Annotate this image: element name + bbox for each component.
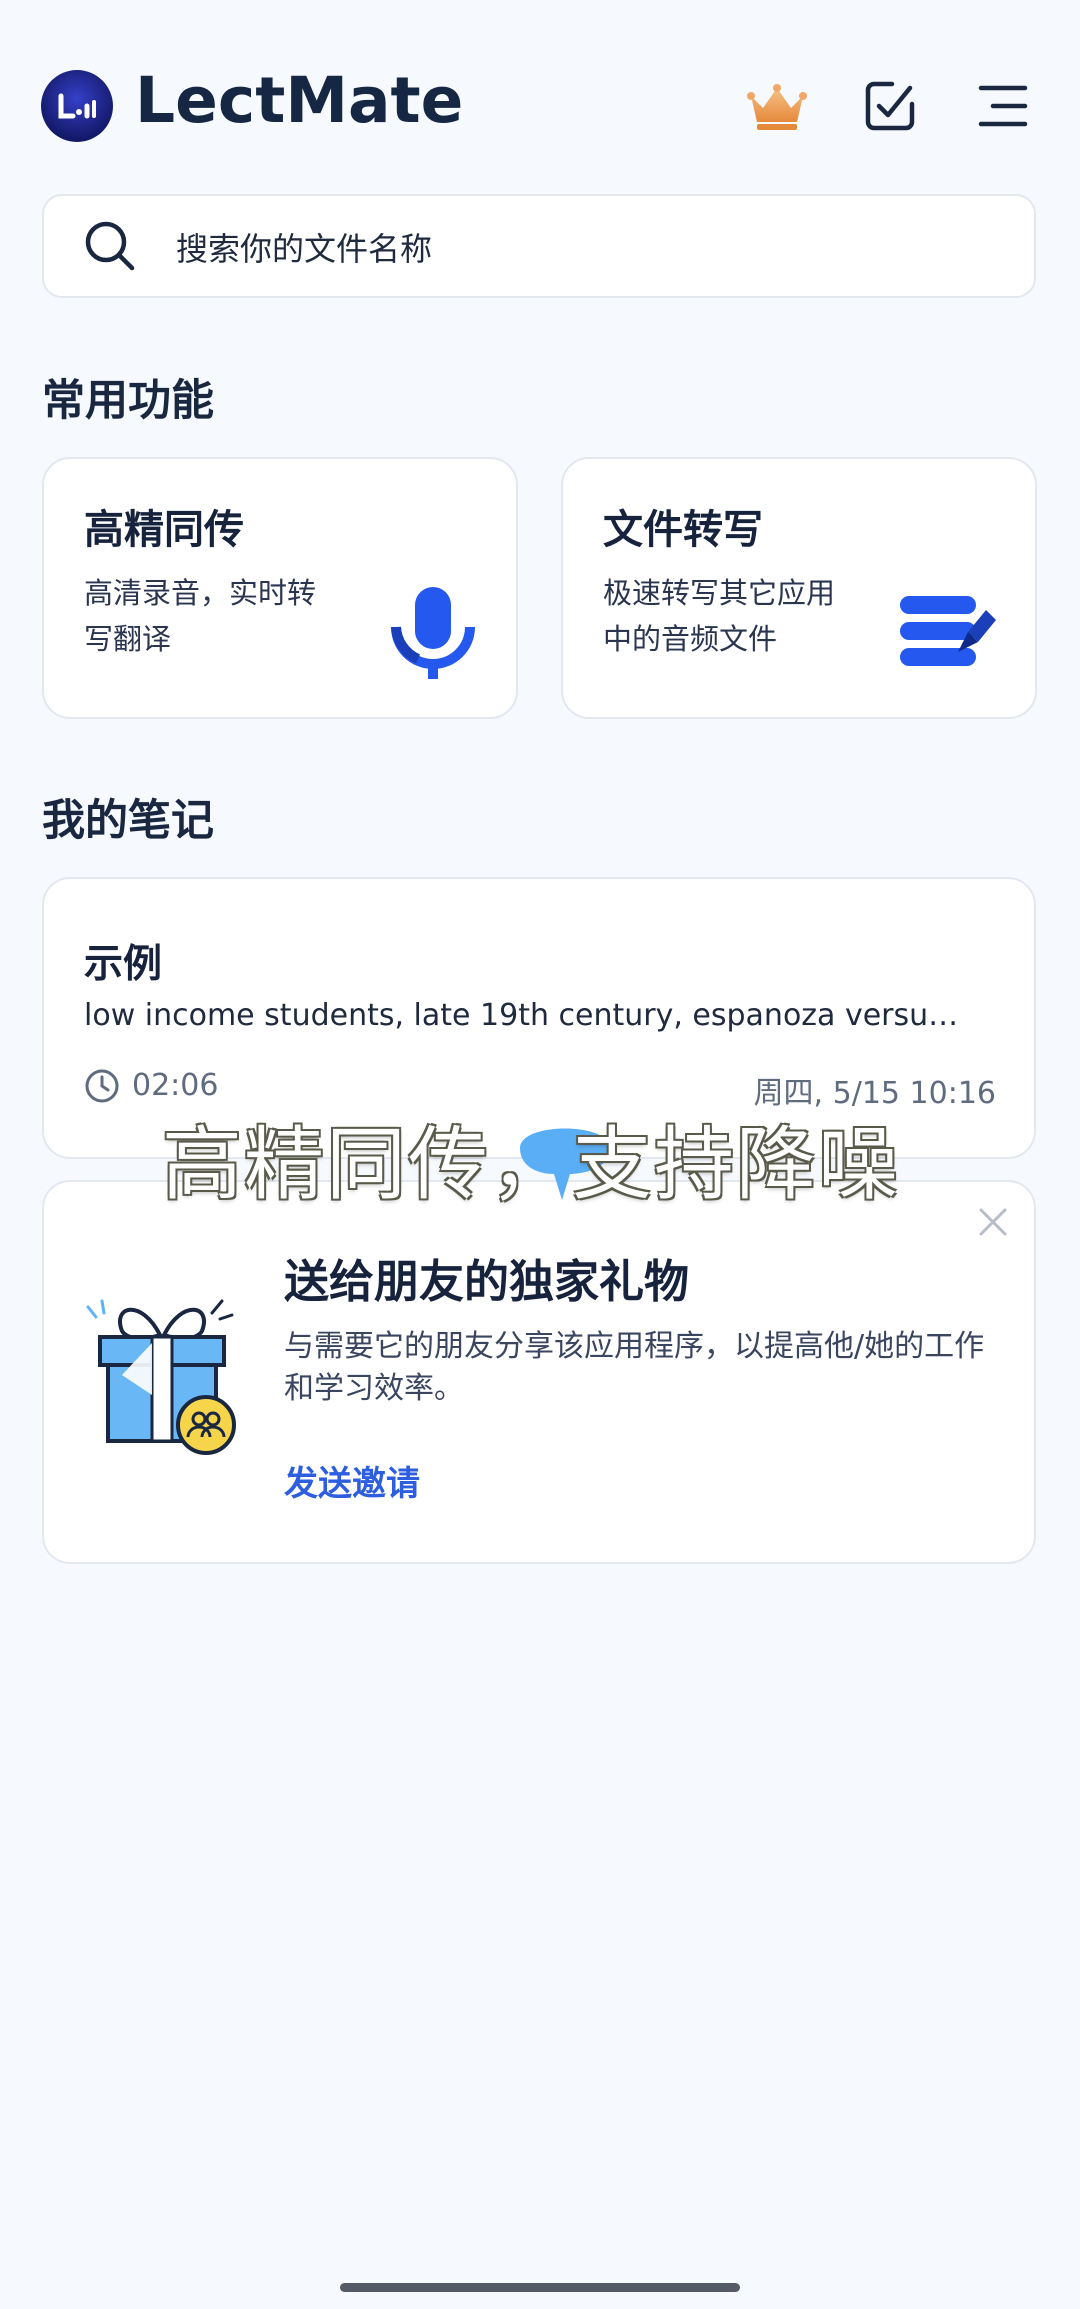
crown-icon[interactable]	[745, 78, 807, 134]
section-title-common-features: 常用功能	[42, 376, 214, 426]
search-placeholder: 搜索你的文件名称	[176, 230, 433, 268]
invite-title: 送给朋友的独家礼物	[284, 1255, 690, 1308]
overlay-caption: 高精同传，支持降噪	[162, 1118, 900, 1211]
logo-mark-icon	[58, 93, 96, 119]
app-title: LectMate	[135, 64, 464, 137]
close-icon[interactable]	[975, 1204, 1011, 1244]
invite-description: 与需要它的朋友分享该应用程序，以提高他/她的工作和学习效率。	[284, 1329, 985, 1406]
feature-description-line: 写翻译	[84, 622, 172, 656]
feature-description: 高清录音，实时转 写翻译	[84, 570, 344, 662]
feature-description-line: 极速转写其它应用	[603, 576, 836, 610]
app-logo	[41, 70, 113, 142]
home-indicator[interactable]	[340, 2283, 740, 2292]
file-transcribe-icon	[898, 592, 998, 676]
note-snippet: low income students, late 19th century, …	[84, 998, 964, 1033]
menu-icon[interactable]	[975, 78, 1031, 134]
gift-icon	[82, 1295, 242, 1459]
feature-title: 高精同传	[84, 507, 244, 553]
search-icon	[82, 218, 138, 278]
microphone-icon	[388, 585, 478, 685]
feature-description-line: 高清录音，实时转	[84, 576, 317, 610]
note-duration: 02:06	[132, 1068, 219, 1103]
section-title-my-notes: 我的笔记	[42, 796, 214, 846]
feature-description: 极速转写其它应用 中的音频文件	[603, 570, 863, 662]
feature-description-line: 中的音频文件	[603, 622, 778, 656]
task-check-icon[interactable]	[862, 78, 918, 134]
note-title: 示例	[84, 942, 163, 987]
clock-icon	[84, 1068, 120, 1108]
feature-title: 文件转写	[603, 507, 763, 553]
send-invite-link[interactable]: 发送邀请	[284, 1456, 420, 1505]
